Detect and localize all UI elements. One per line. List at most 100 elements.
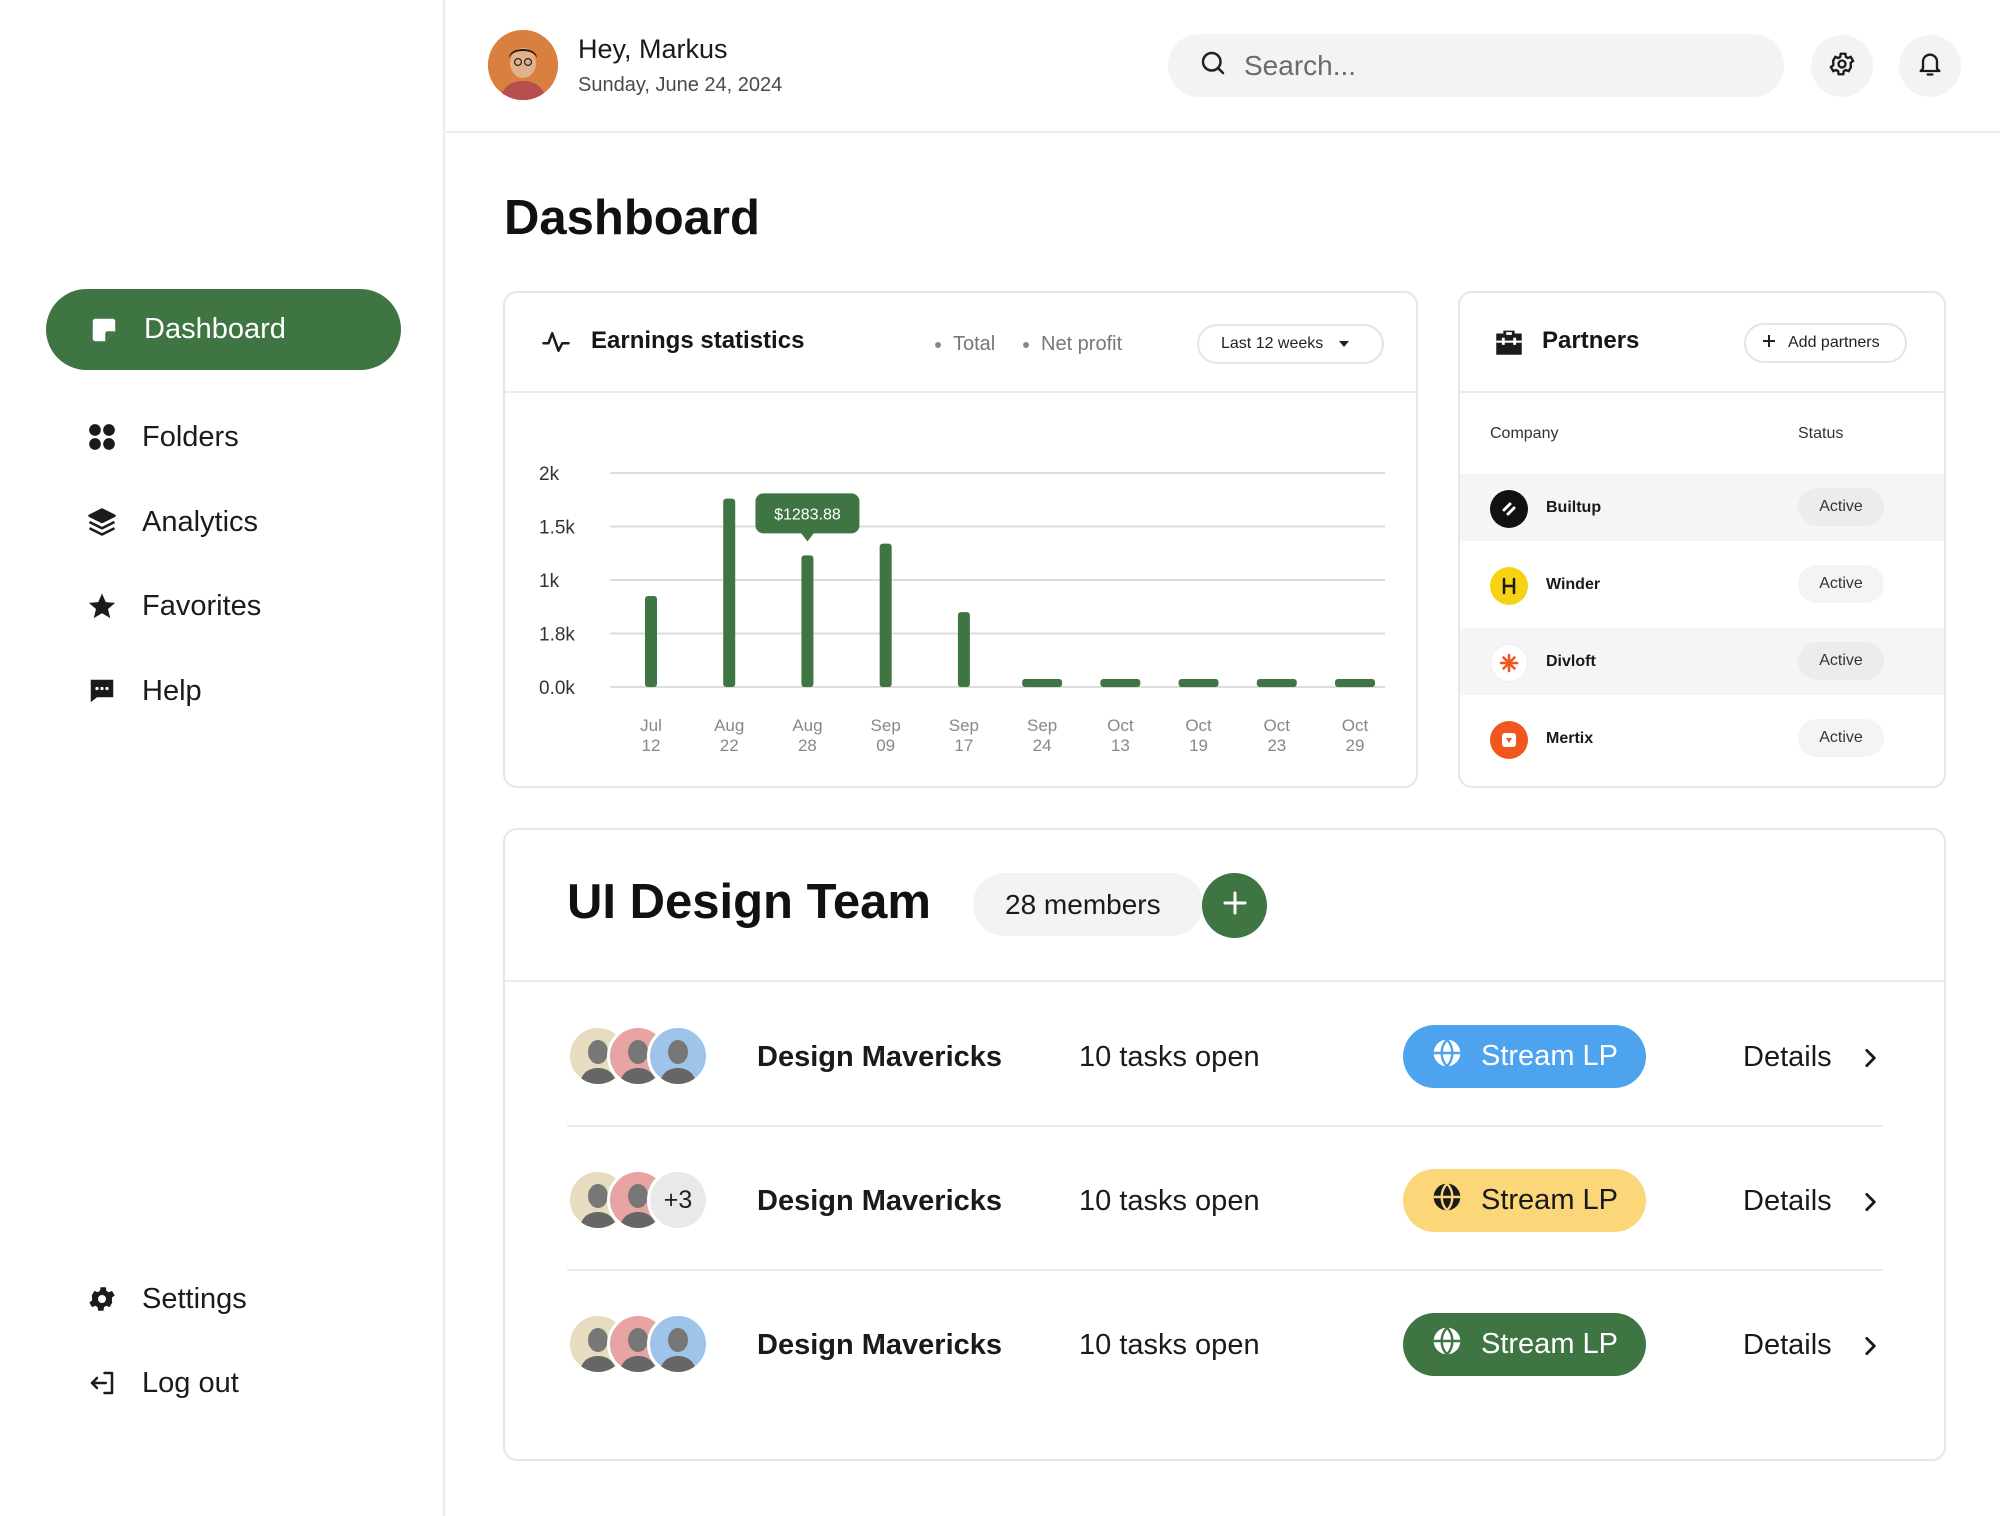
column-header-status: Status (1798, 425, 1844, 442)
gear-icon (84, 1281, 120, 1317)
column-header-company: Company (1490, 425, 1559, 442)
mertix-logo-icon (1490, 721, 1528, 759)
y-tick-label: 1.5k (539, 518, 575, 539)
x-tick-label: 24 (1033, 736, 1052, 755)
details-link[interactable]: Details (1743, 1041, 1832, 1074)
chevron-right-icon[interactable] (1857, 1329, 1883, 1368)
x-tick-label: 22 (720, 736, 739, 755)
briefcase-icon (1492, 325, 1526, 364)
stream-button[interactable]: Stream LP (1403, 1313, 1646, 1376)
x-tick-label: Sep (949, 716, 979, 735)
bar (1335, 679, 1375, 687)
stream-button[interactable]: Stream LP (1403, 1025, 1646, 1088)
tooltip-pointer (800, 532, 815, 542)
chevron-right-icon[interactable] (1857, 1041, 1883, 1080)
partner-row[interactable]: Builtup Active (1460, 474, 1944, 541)
details-link[interactable]: Details (1743, 1185, 1832, 1218)
notifications-button[interactable] (1899, 35, 1961, 97)
avatar-group: +3 (567, 1169, 717, 1231)
x-tick-label: 09 (876, 736, 895, 755)
earnings-chart: 2k1.5k1k1.8k0.0kJul12Aug22Aug28$1283.88S… (539, 464, 1385, 755)
legend-total[interactable]: Total (935, 333, 995, 356)
logout-icon (84, 1365, 120, 1401)
partner-row[interactable]: Divloft Active (1460, 628, 1944, 695)
sidebar-item-favorites[interactable]: Favorites (84, 581, 261, 631)
sidebar-item-analytics[interactable]: Analytics (84, 497, 258, 547)
x-tick-label: Sep (1027, 716, 1057, 735)
details-link[interactable]: Details (1743, 1329, 1832, 1362)
plus-icon (1762, 334, 1776, 353)
settings-button[interactable] (1811, 35, 1873, 97)
bar (957, 612, 970, 687)
avatar-group (567, 1025, 717, 1087)
partner-name: Mertix (1546, 730, 1594, 747)
range-dropdown-value: Last 12 weeks (1221, 335, 1324, 352)
divloft-logo-icon (1490, 644, 1528, 682)
stream-label: Stream LP (1481, 1328, 1618, 1360)
members-count[interactable]: 28 members (973, 873, 1203, 936)
x-tick-label: Oct (1185, 716, 1212, 735)
x-tick-label: Oct (1342, 716, 1369, 735)
bar (645, 596, 657, 687)
divider (1460, 391, 1944, 393)
tooltip-label: $1283.88 (774, 506, 841, 523)
x-tick-label: Jul (640, 716, 662, 735)
sidebar-item-logout[interactable]: Log out (84, 1358, 239, 1408)
team-card: UI Design Team 28 members Design Maveric… (503, 828, 1946, 1461)
more-members-badge[interactable]: +3 (647, 1169, 709, 1231)
range-dropdown[interactable]: Last 12 weeks (1197, 324, 1384, 364)
sidebar-item-label: Help (142, 674, 202, 707)
team-row[interactable]: Design Mavericks 10 tasks open Stream LP De… (567, 983, 1883, 1127)
sidebar: Dashboard Folders Analytics Favorites He… (0, 0, 445, 1516)
add-member-button[interactable] (1202, 873, 1267, 938)
sidebar-item-label: Log out (142, 1366, 239, 1399)
avatar-group (567, 1313, 717, 1375)
divider (505, 980, 1944, 982)
status-badge: Active (1798, 642, 1884, 680)
current-date: Sunday, June 24, 2024 (578, 74, 783, 96)
status-badge: Active (1798, 565, 1884, 603)
chevron-right-icon[interactable] (1857, 1185, 1883, 1224)
partners-card: Partners Add partners Company Status Bui… (1458, 291, 1946, 788)
globe-icon (1431, 1037, 1463, 1077)
sidebar-item-folders[interactable]: Folders (84, 412, 239, 462)
partner-name: Builtup (1546, 499, 1602, 516)
tasks-count: 10 tasks open (1079, 1329, 1260, 1361)
caret-down-icon (1339, 335, 1350, 353)
x-tick-label: Oct (1264, 716, 1291, 735)
x-tick-label: 19 (1189, 736, 1208, 755)
avatar[interactable] (488, 30, 558, 100)
x-tick-label: Oct (1107, 716, 1134, 735)
stream-label: Stream LP (1481, 1184, 1618, 1216)
tasks-count: 10 tasks open (1079, 1041, 1260, 1073)
bar (1256, 679, 1297, 687)
top-header: Hey, Markus Sunday, June 24, 2024 (446, 0, 2000, 133)
star-icon (84, 588, 120, 624)
builtup-logo-icon (1490, 490, 1528, 528)
add-partners-label: Add partners (1788, 334, 1880, 351)
greeting: Hey, Markus (578, 34, 728, 64)
search-bar[interactable] (1168, 34, 1784, 97)
y-tick-label: 1k (539, 571, 560, 592)
sidebar-item-dashboard[interactable]: Dashboard (46, 289, 401, 370)
x-tick-label: Aug (714, 716, 744, 735)
legend-net-profit[interactable]: Net profit (1023, 333, 1122, 356)
partner-name: Winder (1546, 576, 1601, 593)
x-tick-label: 17 (954, 736, 973, 755)
sidebar-item-settings[interactable]: Settings (84, 1274, 247, 1324)
partner-name: Divloft (1546, 653, 1596, 670)
sidebar-item-label: Settings (142, 1282, 247, 1315)
partner-row[interactable]: Mertix Active (1460, 705, 1944, 772)
y-tick-label: 0.0k (539, 678, 575, 699)
partner-row[interactable]: Winder Active (1460, 551, 1944, 618)
sidebar-item-help[interactable]: Help (84, 666, 202, 716)
team-row[interactable]: Design Mavericks 10 tasks open Stream LP De… (567, 1271, 1883, 1415)
sidebar-item-label: Favorites (142, 589, 262, 622)
plus-icon (1222, 890, 1248, 921)
bar (801, 555, 814, 687)
add-partners-button[interactable]: Add partners (1744, 323, 1907, 363)
search-icon (1198, 48, 1228, 83)
team-row[interactable]: +3 Design Mavericks 10 tasks open Stream LP… (567, 1127, 1883, 1271)
search-input[interactable] (1244, 49, 1744, 82)
stream-button[interactable]: Stream LP (1403, 1169, 1646, 1232)
